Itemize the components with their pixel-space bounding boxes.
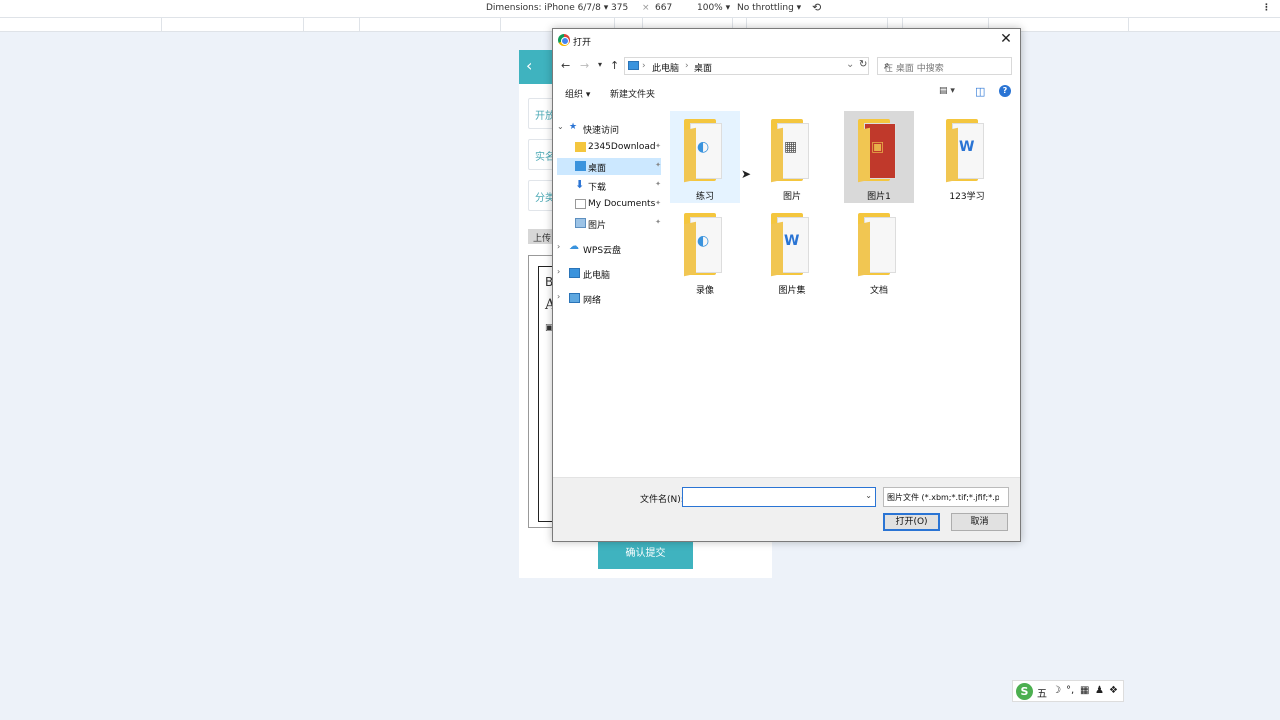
open-file-dialog: 打开 ✕ ← → ▾ ↑ › 此电脑 › 桌面 ⌄ ↻ 在 桌面 中搜索 ⌕ 组… [552, 28, 1021, 542]
back-icon[interactable]: ‹ [526, 56, 532, 75]
menu-icon[interactable]: ❖ [1109, 685, 1118, 696]
mouse-cursor-icon: ➤ [741, 167, 752, 181]
tree-desktop[interactable]: 桌面 ✦ [557, 158, 661, 175]
back-arrow-icon[interactable]: ← [561, 59, 570, 72]
tree-downloads[interactable]: ⬇ 下载 ✦ [557, 177, 661, 194]
tree-network[interactable]: › 网络 [557, 290, 661, 307]
more-options-icon[interactable]: ⋮ [1262, 3, 1271, 13]
pin-icon: ✦ [655, 180, 661, 188]
dialog-title: 打开 [573, 38, 592, 48]
desktop-icon [575, 161, 586, 171]
organize-menu[interactable]: 组织 ▾ [565, 87, 590, 100]
breadcrumb-desktop[interactable]: 桌面 [694, 61, 712, 74]
user-icon[interactable]: ♟ [1095, 685, 1104, 696]
network-icon [569, 293, 580, 303]
filename-input[interactable]: ⌄ [682, 487, 876, 507]
folder-item-pictures[interactable]: ▦ 图片 [757, 111, 827, 203]
folder-icon: W [771, 213, 813, 277]
folder-icon: W [946, 119, 988, 183]
filename-label: 文件名(N): [640, 495, 684, 505]
device-height-input[interactable]: 667 [655, 3, 672, 13]
pin-icon: ✦ [655, 161, 661, 169]
folder-icon [575, 142, 586, 152]
search-box[interactable]: 在 桌面 中搜索 ⌕ [877, 57, 1012, 75]
tree-pictures[interactable]: 图片 ✦ [557, 215, 661, 232]
punctuation-icon[interactable]: °, [1066, 685, 1074, 696]
devtools-device-toolbar: Dimensions: iPhone 6/7/8 ▾ 375 × 667 100… [0, 0, 1280, 18]
expand-chevron-icon[interactable]: ⌄ [557, 122, 564, 131]
address-dropdown-icon[interactable]: ⌄ [846, 59, 854, 70]
throttling-select[interactable]: No throttling ▾ [737, 3, 801, 13]
keyboard-icon[interactable]: ▦ [1080, 685, 1089, 696]
recent-locations-icon[interactable]: ▾ [598, 60, 602, 69]
new-folder-button[interactable]: 新建文件夹 [610, 87, 655, 100]
folder-item-pictures1[interactable]: ▣ 图片1 [844, 111, 914, 203]
filename-dropdown-icon[interactable]: ⌄ [865, 491, 872, 500]
help-icon[interactable]: ? [999, 85, 1011, 97]
ime-mode[interactable]: 五 [1037, 685, 1047, 700]
cloud-icon: ☁ [569, 241, 579, 252]
pin-icon: ✦ [655, 142, 661, 150]
folder-item-practice[interactable]: ◐ 练习 [670, 111, 740, 203]
download-arrow-icon: ⬇ [575, 178, 585, 191]
folder-icon: ◐ [684, 213, 726, 277]
zoom-select[interactable]: 100% ▾ [697, 3, 730, 13]
forward-arrow-icon[interactable]: → [580, 59, 589, 72]
folder-item-documents[interactable]: 文档 [844, 205, 914, 297]
folder-item-123study[interactable]: W 123学习 [932, 111, 1002, 203]
submit-button[interactable]: 确认提交 [598, 538, 693, 569]
search-icon: ⌕ [884, 60, 890, 71]
dialog-titlebar: 打开 ✕ [553, 29, 1020, 53]
breadcrumb-this-pc[interactable]: 此电脑 [652, 61, 679, 74]
open-button[interactable]: 打开(O) [883, 513, 940, 531]
folder-icon: ◐ [684, 119, 726, 183]
dimension-separator: × [642, 3, 650, 13]
upload-label: 上传 [528, 229, 554, 244]
tree-this-pc[interactable]: › 此电脑 [557, 265, 661, 282]
dialog-toolbar: 组织 ▾ 新建文件夹 ▤ ▾ ◫ [553, 81, 1020, 103]
star-icon: ★ [569, 122, 578, 132]
view-menu-icon[interactable]: ▤ ▾ [939, 86, 955, 96]
folder-item-picture-collection[interactable]: W 图片集 [757, 205, 827, 297]
pin-icon: ✦ [655, 218, 661, 226]
expand-chevron-icon[interactable]: › [557, 292, 560, 301]
ime-toolbar: S 五 ☽ °, ▦ ♟ ❖ [1012, 680, 1124, 702]
preview-pane-icon[interactable]: ◫ [975, 85, 985, 98]
address-bar[interactable]: › 此电脑 › 桌面 ⌄ ↻ [624, 57, 869, 75]
rotate-icon[interactable]: ⟲ [812, 1, 821, 14]
pictures-icon [575, 218, 586, 228]
tree-2345download[interactable]: 2345Download ✦ [557, 139, 661, 156]
tree-my-documents[interactable]: My Documents ✦ [557, 196, 661, 213]
computer-icon [628, 61, 639, 70]
filetype-select[interactable]: 图片文件 (*.xbm;*.tif;*.jfif;*.pjp ⌄ [883, 487, 1009, 507]
device-width-input[interactable]: 375 [611, 3, 628, 13]
moon-icon[interactable]: ☽ [1052, 685, 1061, 696]
up-arrow-icon[interactable]: ↑ [610, 59, 619, 72]
sogou-logo-icon[interactable]: S [1016, 683, 1033, 700]
pin-icon: ✦ [655, 199, 661, 207]
folder-item-recording[interactable]: ◐ 录像 [670, 205, 740, 297]
folder-icon: ▣ [858, 119, 900, 183]
document-icon [575, 199, 586, 209]
dialog-footer: 文件名(N): ⌄ 图片文件 (*.xbm;*.tif;*.jfif;*.pjp… [553, 477, 1020, 541]
device-dimensions-select[interactable]: Dimensions: iPhone 6/7/8 ▾ [486, 3, 608, 13]
folder-icon [858, 213, 900, 277]
chrome-icon [558, 34, 570, 46]
expand-chevron-icon[interactable]: › [557, 242, 560, 251]
navigation-pane: ⌄ ★ 快速访问 2345Download ✦ 桌面 ✦ ⬇ 下载 ✦ My D… [553, 117, 663, 477]
refresh-icon[interactable]: ↻ [859, 59, 867, 70]
folder-icon: ▦ [771, 119, 813, 183]
close-icon[interactable]: ✕ [997, 31, 1015, 47]
filetype-dropdown-icon[interactable]: ⌄ [887, 491, 999, 500]
cancel-button[interactable]: 取消 [951, 513, 1008, 531]
tree-wps-cloud[interactable]: › ☁ WPS云盘 [557, 240, 661, 257]
tree-quick-access[interactable]: ⌄ ★ 快速访问 [557, 120, 661, 137]
expand-chevron-icon[interactable]: › [557, 267, 560, 276]
computer-icon [569, 268, 580, 278]
